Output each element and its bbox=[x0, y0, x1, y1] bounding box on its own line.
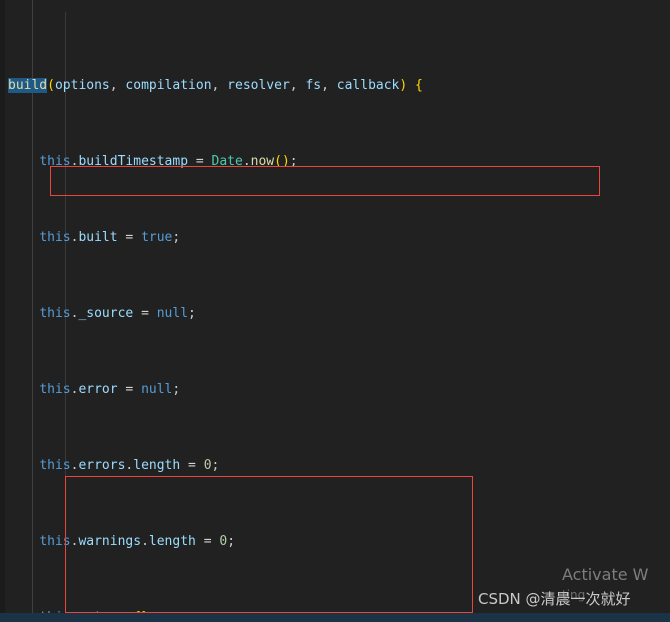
code-line-error[interactable]: this.error = null; bbox=[0, 380, 670, 399]
csdn-watermark: CSDN @清晨一次就好 bbox=[478, 590, 631, 608]
code-line-warnings-length[interactable]: this.warnings.length = 0; bbox=[0, 532, 670, 551]
code-editor-screenshot: build(options, compilation, resolver, fs… bbox=[0, 0, 670, 622]
code-line-build[interactable]: build(options, compilation, resolver, fs… bbox=[0, 76, 670, 95]
code-line-source[interactable]: this._source = null; bbox=[0, 304, 670, 323]
code-line-errors-length[interactable]: this.errors.length = 0; bbox=[0, 456, 670, 475]
code-content[interactable]: build(options, compilation, resolver, fs… bbox=[0, 0, 670, 622]
code-line-buildTimestamp[interactable]: this.buildTimestamp = Date.now(); bbox=[0, 152, 670, 171]
code-line-built[interactable]: this.built = true; bbox=[0, 228, 670, 247]
bottom-highlight-strip bbox=[0, 613, 670, 622]
activate-windows-watermark-title: Activate W bbox=[562, 565, 649, 584]
occurrence-highlight-build[interactable]: build bbox=[8, 78, 48, 93]
